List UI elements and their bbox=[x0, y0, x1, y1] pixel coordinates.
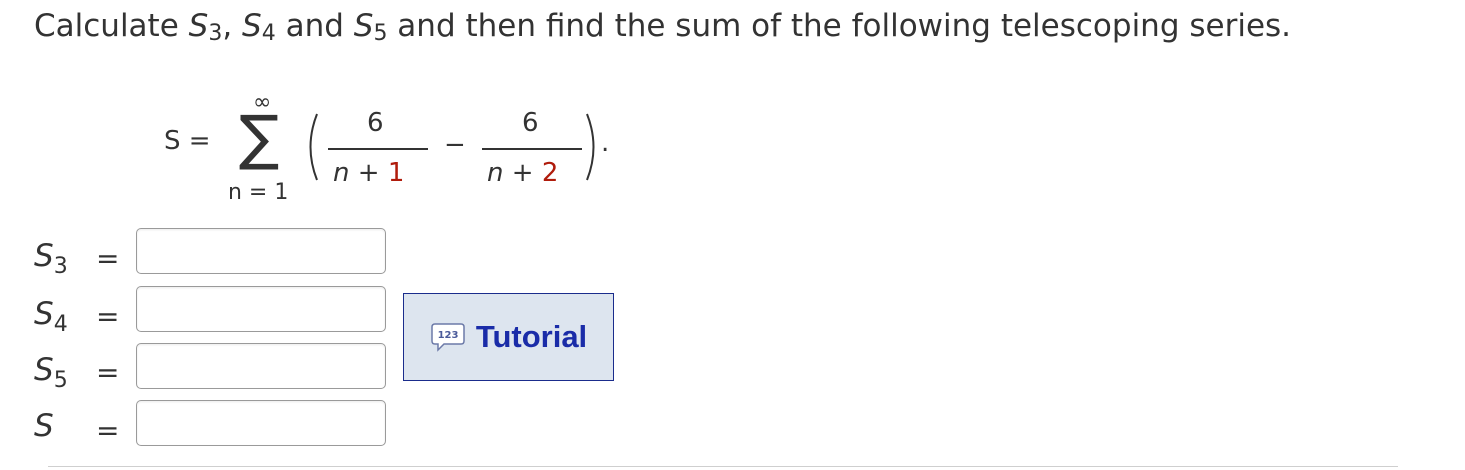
s4-input[interactable] bbox=[136, 286, 386, 332]
tutorial-button[interactable]: 123 Tutorial bbox=[403, 293, 614, 381]
sum-input[interactable] bbox=[136, 400, 386, 446]
s4-symbol: S bbox=[242, 8, 262, 44]
numerator-2: 6 bbox=[522, 108, 539, 138]
answer-label: S bbox=[34, 408, 54, 444]
equals-sign: = bbox=[96, 414, 120, 447]
left-paren bbox=[309, 113, 318, 181]
sigma-symbol: ∑ bbox=[239, 103, 280, 173]
question-prompt: Calculate S3, S4 and S5 and then find th… bbox=[34, 8, 1292, 46]
speech-bubble-icon: 123 bbox=[431, 323, 465, 352]
right-paren bbox=[586, 113, 595, 181]
lower-limit: n = 1 bbox=[228, 180, 289, 205]
equals-sign: = bbox=[96, 242, 120, 275]
s3-input[interactable] bbox=[136, 228, 386, 274]
fraction-bar-2 bbox=[482, 148, 582, 150]
bottom-divider bbox=[48, 466, 1398, 467]
s3-symbol: S bbox=[188, 8, 209, 44]
denominator-2: n + 2 bbox=[487, 158, 559, 188]
minus-sign: − bbox=[444, 130, 466, 160]
answer-label: S3 bbox=[34, 238, 68, 279]
s5-input[interactable] bbox=[136, 343, 386, 389]
svg-text:123: 123 bbox=[437, 330, 458, 341]
denominator-1: n + 1 bbox=[333, 158, 405, 188]
answer-label: S4 bbox=[34, 296, 68, 337]
equals-sign: = bbox=[96, 356, 120, 389]
tutorial-label: Tutorial bbox=[475, 319, 588, 354]
answer-label: S5 bbox=[34, 352, 68, 393]
equals-sign: = bbox=[96, 300, 120, 333]
numerator-1: 6 bbox=[367, 108, 384, 138]
s5-symbol: S bbox=[353, 8, 374, 44]
fraction-bar-1 bbox=[328, 148, 428, 150]
formula-lhs: S = bbox=[164, 126, 211, 156]
formula-period: . bbox=[601, 128, 610, 158]
